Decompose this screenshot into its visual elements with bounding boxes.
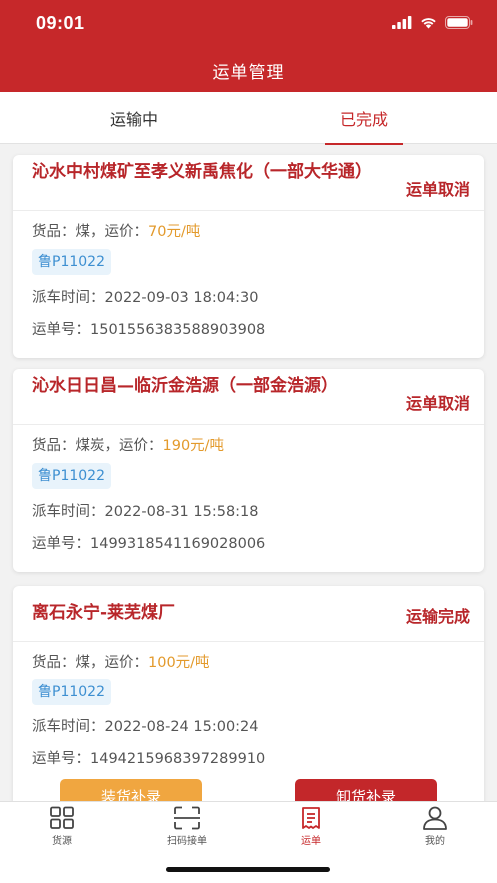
- nav-item-waybill[interactable]: 运单: [271, 806, 351, 852]
- price-label: 运价：: [119, 438, 163, 454]
- page-title: 运单管理: [212, 63, 285, 83]
- home-indicator: [166, 867, 330, 872]
- dispatch-label: 派车时间：: [32, 719, 105, 735]
- plate-badge: 鲁P11022: [32, 249, 111, 275]
- dispatch-label: 派车时间：: [32, 290, 105, 306]
- route-title: 离石永宁-莱芜煤厂: [32, 603, 176, 623]
- waybill-card[interactable]: 沁水中村煤矿至孝义新禹焦化（一部大华通） 运单取消 货品：煤，运价：70元/吨 …: [13, 155, 484, 358]
- card-header: 沁水日日昌—临沂金浩源（一部金浩源） 运单取消: [13, 369, 484, 425]
- plate-badge: 鲁P11022: [32, 463, 111, 489]
- price-label: 运价：: [104, 224, 149, 240]
- nav-label: 货源: [52, 836, 72, 847]
- waybill-number-row: 运单号：1494215968397289910: [32, 747, 265, 768]
- waybill-number: 1501556383588903908: [90, 322, 266, 338]
- tab-label: 运输中: [109, 110, 158, 129]
- dispatch-label: 派车时间：: [32, 504, 105, 520]
- waybill-number-row: 运单号：1499318541169028006: [32, 532, 265, 553]
- dispatch-row: 派车时间：2022-08-24 15:00:24: [32, 715, 259, 736]
- dispatch-time: 2022-08-31 15:58:18: [104, 504, 259, 520]
- goods-row: 货品：煤，运价：70元/吨: [32, 220, 200, 241]
- goods-row: 货品：煤，运价：100元/吨: [32, 651, 210, 672]
- scan-icon: [174, 806, 200, 830]
- goods-label: 货品：: [32, 655, 76, 671]
- price-value: 190元/吨: [162, 438, 225, 454]
- price-value: 70元/吨: [148, 224, 201, 240]
- goods-row: 货品：煤炭，运价：190元/吨: [32, 434, 224, 455]
- dispatch-time: 2022-08-24 15:00:24: [104, 719, 259, 735]
- waybill-number-label: 运单号：: [32, 751, 90, 767]
- tab-in-transit[interactable]: 运输中: [92, 92, 176, 144]
- price-value: 100元/吨: [148, 655, 210, 671]
- nav-item-cargo[interactable]: 货源: [22, 806, 102, 852]
- user-icon: [423, 806, 447, 830]
- waybill-icon: [302, 807, 320, 829]
- goods-label: 货品：: [32, 438, 76, 454]
- transport-complete-status[interactable]: 运输完成: [406, 603, 470, 627]
- card-header: 离石永宁-莱芜煤厂 运输完成: [13, 586, 484, 642]
- tab-completed[interactable]: 已完成: [325, 92, 403, 145]
- dispatch-row: 派车时间：2022-09-03 18:04:30: [32, 286, 259, 307]
- tab-active-indicator: [325, 143, 403, 145]
- waybill-number-label: 运单号：: [32, 322, 90, 338]
- nav-label: 扫码接单: [167, 836, 207, 847]
- plate-badge: 鲁P11022: [32, 679, 111, 705]
- price-label: 运价：: [104, 655, 149, 671]
- waybill-number: 1494215968397289910: [90, 751, 266, 767]
- route-title: 沁水中村煤矿至孝义新禹焦化（一部大华通）: [32, 162, 372, 182]
- cancel-waybill-button[interactable]: 运单取消: [406, 390, 470, 414]
- goods-label: 货品：: [32, 224, 76, 240]
- grid-icon: [50, 806, 74, 829]
- card-header: 沁水中村煤矿至孝义新禹焦化（一部大华通） 运单取消: [13, 155, 484, 211]
- goods-value: 煤炭，: [75, 438, 120, 454]
- nav-label: 我的: [425, 836, 445, 847]
- dispatch-time: 2022-09-03 18:04:30: [104, 290, 259, 306]
- status-time: 09:01: [36, 13, 85, 33]
- dispatch-row: 派车时间：2022-08-31 15:58:18: [32, 500, 259, 521]
- route-title: 沁水日日昌—临沂金浩源（一部金浩源）: [32, 376, 338, 396]
- nav-item-profile[interactable]: 我的: [395, 806, 475, 852]
- app-header: 09:01 运单管理: [0, 0, 497, 92]
- wifi-icon: [421, 18, 436, 29]
- tab-label: 已完成: [339, 110, 388, 129]
- nav-item-scan[interactable]: 扫码接单: [147, 806, 227, 852]
- cancel-waybill-button[interactable]: 运单取消: [406, 176, 470, 200]
- nav-label: 运单: [301, 836, 321, 847]
- battery-icon: [445, 16, 473, 29]
- waybill-number: 1499318541169028006: [90, 536, 266, 552]
- waybill-card[interactable]: 离石永宁-莱芜煤厂 运输完成 货品：煤，运价：100元/吨 鲁P11022 派车…: [13, 586, 484, 816]
- status-icons: [392, 16, 473, 29]
- goods-value: 煤，: [75, 224, 105, 240]
- waybill-tabs: 运输中 已完成: [0, 92, 497, 145]
- waybill-card[interactable]: 沁水日日昌—临沂金浩源（一部金浩源） 运单取消 货品：煤炭，运价：190元/吨 …: [13, 369, 484, 572]
- signal-icon: [392, 16, 412, 29]
- waybill-number-label: 运单号：: [32, 536, 90, 552]
- status-bar: 09:01: [0, 12, 497, 36]
- waybill-number-row: 运单号：1501556383588903908: [32, 318, 265, 339]
- goods-value: 煤，: [75, 655, 105, 671]
